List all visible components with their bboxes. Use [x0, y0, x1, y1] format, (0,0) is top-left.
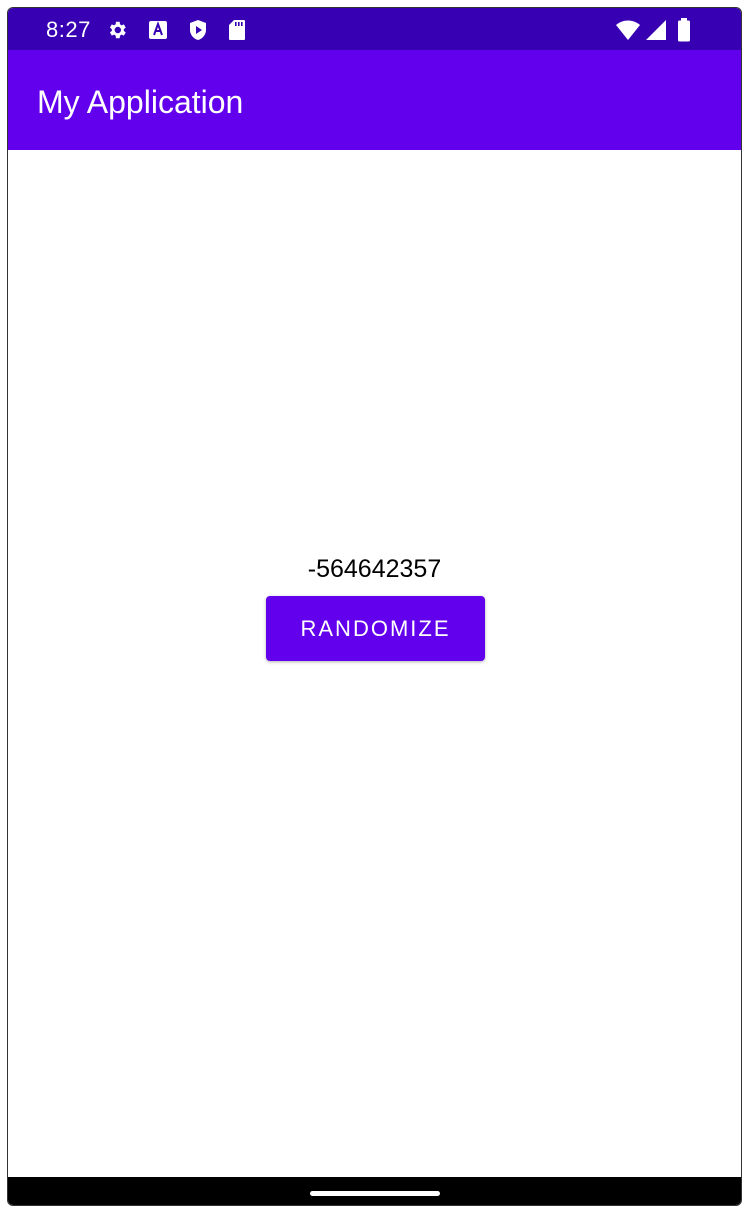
status-bar: 8:27	[8, 8, 741, 50]
battery-icon	[676, 18, 692, 42]
home-handle[interactable]	[310, 1191, 440, 1196]
randomize-button[interactable]: RANDOMIZE	[266, 596, 485, 661]
main-content: -564642357 RANDOMIZE	[8, 150, 741, 1179]
device-frame: 8:27 My Application -564642357 RANDOMIZE	[7, 7, 742, 1206]
app-bar: My Application	[8, 50, 741, 150]
play-protect-icon	[187, 19, 209, 41]
wifi-icon	[615, 19, 641, 41]
app-title: My Application	[37, 84, 244, 120]
sd-card-icon	[226, 19, 248, 41]
status-time: 8:27	[46, 17, 91, 42]
navigation-bar	[8, 1177, 741, 1205]
settings-icon	[106, 19, 128, 41]
cellular-signal-icon	[645, 19, 667, 41]
random-number-text: -564642357	[307, 555, 442, 583]
accessibility-a-icon	[147, 19, 169, 41]
